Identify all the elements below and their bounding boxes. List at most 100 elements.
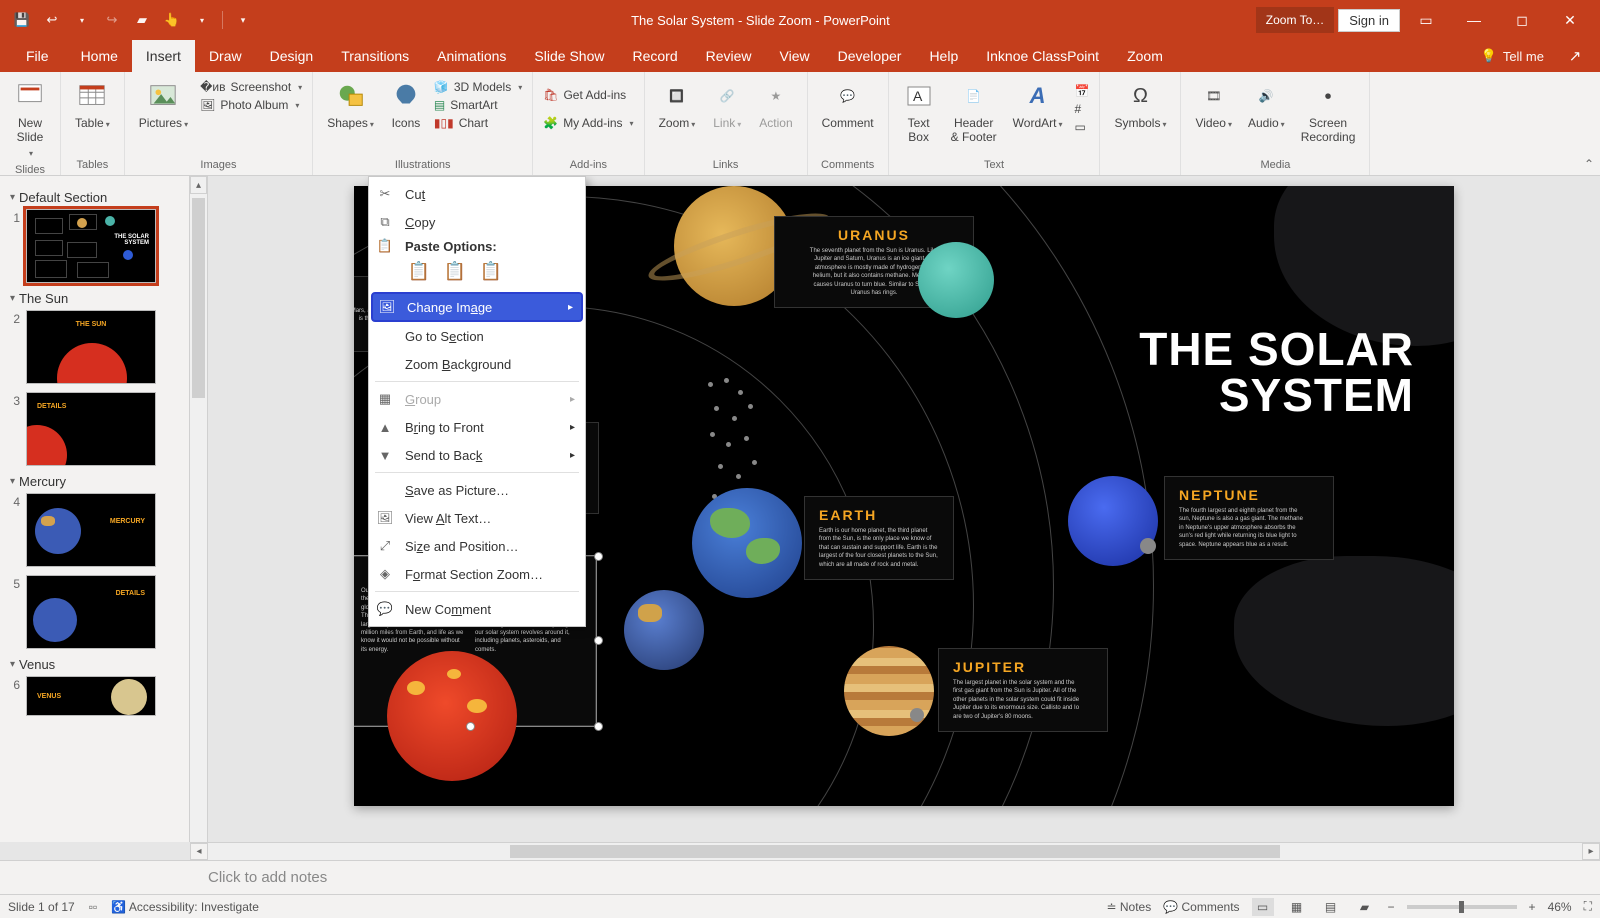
wordart-button[interactable]: AWordArt▾ xyxy=(1005,76,1071,134)
3d-models-button[interactable]: 🧊3D Models▾ xyxy=(430,78,526,96)
thumbnail-4[interactable]: MERCURY xyxy=(26,493,156,567)
collapse-ribbon-icon[interactable]: ⌃ xyxy=(1584,157,1594,171)
tab-transitions[interactable]: Transitions xyxy=(327,40,423,72)
ribbon-display-options-icon[interactable]: ▭ xyxy=(1404,5,1448,35)
screenshot-button[interactable]: �ивScreenshot▾ xyxy=(196,78,306,96)
ctx-format-zoom[interactable]: ◈Format Section Zoom… xyxy=(369,560,585,588)
date-time-button[interactable]: 📅 xyxy=(1070,82,1093,100)
symbols-button[interactable]: ΩSymbols▾ xyxy=(1106,76,1174,134)
my-addins-button[interactable]: 🧩My Add-ins▾ xyxy=(539,114,637,132)
pictures-button[interactable]: Pictures▾ xyxy=(131,76,196,134)
status-notes-toggle[interactable]: ≐ Notes xyxy=(1106,900,1151,914)
resize-handle-ne[interactable] xyxy=(594,552,603,561)
slideshow-icon[interactable]: ▰ xyxy=(130,8,154,32)
thumbnail-1[interactable]: THE SOLARSYSTEM xyxy=(26,209,156,283)
link-button[interactable]: 🔗Link▾ xyxy=(703,76,751,134)
ctx-save-picture[interactable]: Save as Picture… xyxy=(369,476,585,504)
tab-file[interactable]: File xyxy=(8,40,67,72)
undo-icon[interactable]: ↩ xyxy=(40,8,64,32)
zoom-out-button[interactable]: − xyxy=(1388,900,1395,914)
tab-insert[interactable]: Insert xyxy=(132,40,195,72)
resize-handle-e[interactable] xyxy=(594,636,603,645)
thumbnail-5[interactable]: DETAILS xyxy=(26,575,156,649)
card-jupiter[interactable]: JUPITERThe largest planet in the solar s… xyxy=(938,648,1108,732)
tab-zoom[interactable]: Zoom xyxy=(1113,40,1177,72)
ctx-size-position[interactable]: ⤢Size and Position… xyxy=(369,532,585,560)
save-icon[interactable]: 💾 xyxy=(10,8,34,32)
ctx-change-image[interactable]: 🖼Change Image▸ xyxy=(371,292,583,322)
tab-view[interactable]: View xyxy=(766,40,824,72)
hscroll-left-icon[interactable]: ◂ xyxy=(190,843,208,860)
fit-to-window-icon[interactable]: ⛶ xyxy=(1584,899,1592,914)
tab-review[interactable]: Review xyxy=(692,40,766,72)
tell-me-search[interactable]: 💡Tell me xyxy=(1481,48,1544,64)
view-normal-icon[interactable]: ▭ xyxy=(1252,898,1274,916)
minimize-icon[interactable]: — xyxy=(1452,5,1496,35)
paste-option-2[interactable]: 📋 xyxy=(441,256,469,286)
resize-handle-s[interactable] xyxy=(466,722,475,731)
view-slideshow-icon[interactable]: ▰ xyxy=(1354,898,1376,916)
tab-slideshow[interactable]: Slide Show xyxy=(520,40,618,72)
paste-option-3[interactable]: 📋 xyxy=(477,256,505,286)
shapes-button[interactable]: Shapes▾ xyxy=(319,76,382,134)
tab-design[interactable]: Design xyxy=(256,40,328,72)
ctx-zoom-background[interactable]: Zoom Background xyxy=(369,350,585,378)
status-comments-toggle[interactable]: 💬 Comments xyxy=(1163,900,1239,914)
tab-record[interactable]: Record xyxy=(618,40,691,72)
status-display-settings-icon[interactable]: ▫▫ xyxy=(89,900,98,914)
status-slide-count[interactable]: Slide 1 of 17 xyxy=(8,900,75,914)
paste-option-1[interactable]: 📋 xyxy=(405,256,433,286)
screen-recording-button[interactable]: ⏺Screen Recording xyxy=(1293,76,1364,149)
tab-home[interactable]: Home xyxy=(67,40,132,72)
audio-button[interactable]: 🔊Audio▾ xyxy=(1240,76,1293,134)
resize-handle-se[interactable] xyxy=(594,722,603,731)
photo-album-button[interactable]: 🖼Photo Album▾ xyxy=(196,96,306,114)
tab-help[interactable]: Help xyxy=(915,40,972,72)
view-reading-icon[interactable]: ▤ xyxy=(1320,898,1342,916)
tab-animations[interactable]: Animations xyxy=(423,40,520,72)
vscroll-thumb[interactable] xyxy=(192,198,205,398)
signin-button[interactable]: Sign in xyxy=(1338,9,1400,32)
new-slide-button[interactable]: New Slide▾ xyxy=(6,76,54,162)
video-button[interactable]: 🎞Video▾ xyxy=(1187,76,1240,134)
zoom-level[interactable]: 46% xyxy=(1548,900,1572,914)
card-neptune[interactable]: NEPTUNEThe fourth largest and eighth pla… xyxy=(1164,476,1334,560)
vscroll-up-icon[interactable]: ▴ xyxy=(190,176,207,194)
zoom-slider[interactable] xyxy=(1407,905,1517,909)
thumbnail-2[interactable]: THE SUN xyxy=(26,310,156,384)
status-accessibility[interactable]: ♿ Accessibility: Investigate xyxy=(111,900,259,914)
thumbnail-6[interactable]: VENUS xyxy=(26,676,156,716)
slide-number-button[interactable]: # xyxy=(1070,100,1093,118)
notes-pane[interactable]: Click to add notes xyxy=(0,860,1600,894)
ctx-alt-text[interactable]: 🖼View Alt Text… xyxy=(369,504,585,532)
zoom-in-button[interactable]: + xyxy=(1529,900,1536,914)
card-earth[interactable]: EARTHEarth is our home planet, the third… xyxy=(804,496,954,580)
zoom-button[interactable]: 🔲Zoom▾ xyxy=(651,76,704,134)
chart-button[interactable]: ▮▯▮Chart xyxy=(430,114,526,132)
undo-dropdown[interactable]: ▾ xyxy=(70,8,94,32)
get-addins-button[interactable]: 🛍Get Add-ins xyxy=(539,86,637,104)
touch-mode-icon[interactable]: 👆 xyxy=(160,8,184,32)
ctx-bring-front[interactable]: ▲Bring to Front▸ xyxy=(369,413,585,441)
contextual-tab-zoom-to[interactable]: Zoom To… xyxy=(1256,7,1334,33)
hscroll-track[interactable] xyxy=(208,843,1582,860)
header-footer-button[interactable]: 📄Header & Footer xyxy=(943,76,1005,149)
section-header-sun[interactable]: The Sun xyxy=(10,291,183,306)
ctx-goto-section[interactable]: Go to Section xyxy=(369,322,585,350)
object-button[interactable]: ▭ xyxy=(1070,118,1093,136)
table-button[interactable]: Table▾ xyxy=(67,76,118,134)
ctx-send-back[interactable]: ▼Send to Back▸ xyxy=(369,441,585,469)
textbox-button[interactable]: AText Box xyxy=(895,76,943,149)
section-header-venus[interactable]: Venus xyxy=(10,657,183,672)
qat-customize-icon[interactable]: ▾ xyxy=(231,8,255,32)
thumbnail-3[interactable]: DETAILS xyxy=(26,392,156,466)
share-icon[interactable]: ↗ xyxy=(1560,47,1590,65)
close-icon[interactable]: ✕ xyxy=(1548,5,1592,35)
comment-button[interactable]: 💬Comment xyxy=(814,76,882,134)
smartart-button[interactable]: ▤SmartArt xyxy=(430,96,526,114)
tab-classpoint[interactable]: Inknoe ClassPoint xyxy=(972,40,1113,72)
tab-developer[interactable]: Developer xyxy=(824,40,916,72)
redo-icon[interactable]: ↪ xyxy=(100,8,124,32)
ctx-new-comment[interactable]: 💬New Comment xyxy=(369,595,585,623)
section-header-default[interactable]: Default Section xyxy=(10,190,183,205)
